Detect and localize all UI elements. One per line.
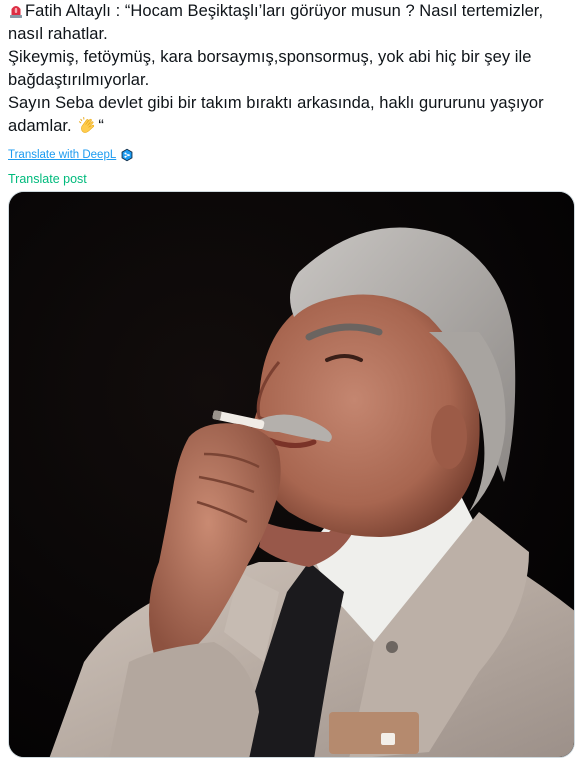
tweet-line-6: adamlar. “: [8, 115, 574, 138]
tweet-line-7-text: “: [98, 117, 104, 135]
tweet-line-1-text: Fatih Altaylı : “Hocam Beşiktaşlı’ları g…: [25, 2, 544, 20]
translate-with-deepl-link[interactable]: Translate with DeepL: [8, 149, 116, 161]
tweet-text: Fatih Altaylı : “Hocam Beşiktaşlı’ları g…: [8, 0, 574, 138]
tweet-line-4: bağdaştırılmıyorlar.: [8, 71, 150, 89]
translate-with-deepl: Translate with DeepL: [8, 146, 574, 164]
pocket-highlight: [381, 733, 395, 745]
deepl-logo-icon: [121, 148, 133, 162]
tweet-line-3: Şikeymiş, fetöymüş, kara borsaymış,spons…: [8, 48, 532, 66]
pocket-square: [329, 712, 419, 754]
tweet-line-2: nasıl rahatlar.: [8, 25, 108, 43]
tweet-line-1: Fatih Altaylı : “Hocam Beşiktaşlı’ları g…: [8, 0, 574, 23]
tweet-line-6-text: adamlar.: [8, 117, 72, 135]
clapping-hands-icon: [79, 116, 95, 133]
tweet-line-5: Sayın Seba devlet gibi bir takım bıraktı…: [8, 94, 544, 112]
photo-of-man-smoking: [9, 192, 574, 757]
translate-post-button[interactable]: Translate post: [8, 170, 574, 188]
ear: [431, 405, 467, 469]
police-car-light-icon: [10, 6, 22, 18]
lapel-pin: [386, 641, 398, 653]
tweet: Fatih Altaylı : “Hocam Beşiktaşlı’ları g…: [8, 0, 574, 188]
tweet-photo[interactable]: [8, 191, 575, 758]
